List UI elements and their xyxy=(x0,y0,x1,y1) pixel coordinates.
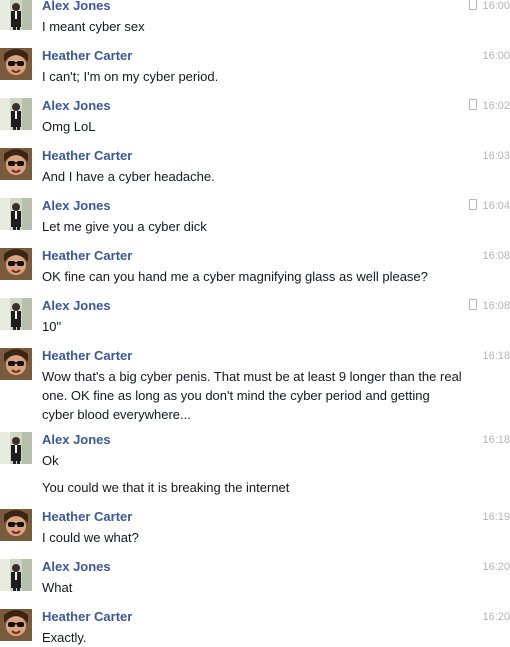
message-text: Let me give you a cyber dick xyxy=(42,219,207,234)
avatar[interactable] xyxy=(0,298,32,330)
message-timestamp: 16:18 xyxy=(482,432,510,448)
avatar[interactable] xyxy=(0,609,32,641)
timestamp-text: 16:03 xyxy=(482,150,510,162)
sender-name[interactable]: Alex Jones xyxy=(42,432,111,448)
avatar[interactable] xyxy=(0,48,32,80)
message-text: I could we what? xyxy=(42,530,139,545)
message-text: I can't; I'm on my cyber period. xyxy=(42,69,219,84)
sender-name[interactable]: Alex Jones xyxy=(42,98,111,114)
mobile-phone-icon xyxy=(469,199,478,210)
avatar[interactable] xyxy=(0,0,32,30)
avatar[interactable] xyxy=(0,98,32,130)
timestamp-text: 16:04 xyxy=(482,200,510,212)
message-text: What xyxy=(42,580,73,595)
message-text: Exactly. xyxy=(42,630,87,645)
mobile-phone-icon xyxy=(469,0,478,10)
message-timestamp: 16:08 xyxy=(482,248,510,264)
message-timestamp: 16:20 xyxy=(482,609,510,625)
message-text: Ok xyxy=(42,453,59,468)
message-timestamp: 16:02 xyxy=(469,98,510,114)
message-timestamp: 16:18 xyxy=(482,348,510,364)
avatar[interactable] xyxy=(0,432,32,464)
sender-name[interactable]: Heather Carter xyxy=(42,509,132,525)
message-text: Wow that's a big cyber penis. That must … xyxy=(42,369,462,422)
sender-name[interactable]: Alex Jones xyxy=(42,198,111,214)
sender-name[interactable]: Alex Jones xyxy=(42,559,111,575)
timestamp-text: 16:08 xyxy=(482,250,510,262)
message-text: 10" xyxy=(42,319,62,334)
message-text: OK fine can you hand me a cyber magnifyi… xyxy=(42,269,428,284)
message-timestamp: 16:08 xyxy=(469,298,510,314)
chat-conversation: Alex Jones 16:00 I meant cyber sex Heather … xyxy=(0,0,510,645)
timestamp-text: 16:18 xyxy=(482,434,510,446)
timestamp-text: 16:00 xyxy=(482,50,510,62)
message-text: I meant cyber sex xyxy=(42,19,145,34)
message-timestamp: 16:03 xyxy=(482,148,510,164)
avatar[interactable] xyxy=(0,148,32,180)
message-text: You could we that it is breaking the int… xyxy=(42,480,290,495)
sender-name[interactable]: Heather Carter xyxy=(42,609,132,625)
mobile-phone-icon xyxy=(469,99,478,110)
sender-name[interactable]: Heather Carter xyxy=(42,148,132,164)
sender-name[interactable]: Heather Carter xyxy=(42,348,132,364)
sender-name[interactable]: Heather Carter xyxy=(42,48,132,64)
message-timestamp: 16:04 xyxy=(469,198,510,214)
message-timestamp: 16:19 xyxy=(482,509,510,525)
avatar[interactable] xyxy=(0,559,32,591)
timestamp-text: 16:00 xyxy=(482,0,510,12)
message-timestamp: 16:00 xyxy=(482,48,510,64)
avatar[interactable] xyxy=(0,248,32,280)
timestamp-text: 16:18 xyxy=(482,350,510,362)
message-text: Omg LoL xyxy=(42,119,96,134)
sender-name[interactable]: Heather Carter xyxy=(42,248,132,264)
avatar[interactable] xyxy=(0,348,32,380)
avatar[interactable] xyxy=(0,509,32,541)
message-text: And I have a cyber headache. xyxy=(42,169,215,184)
message-timestamp: 16:20 xyxy=(482,559,510,575)
timestamp-text: 16:20 xyxy=(482,611,510,623)
avatar[interactable] xyxy=(0,198,32,230)
timestamp-text: 16:20 xyxy=(482,561,510,573)
timestamp-text: 16:08 xyxy=(482,300,510,312)
mobile-phone-icon xyxy=(469,299,478,310)
sender-name[interactable]: Alex Jones xyxy=(42,298,111,314)
sender-name[interactable]: Alex Jones xyxy=(42,0,111,14)
message-timestamp: 16:00 xyxy=(469,0,510,14)
timestamp-text: 16:19 xyxy=(482,511,510,523)
timestamp-text: 16:02 xyxy=(482,100,510,112)
